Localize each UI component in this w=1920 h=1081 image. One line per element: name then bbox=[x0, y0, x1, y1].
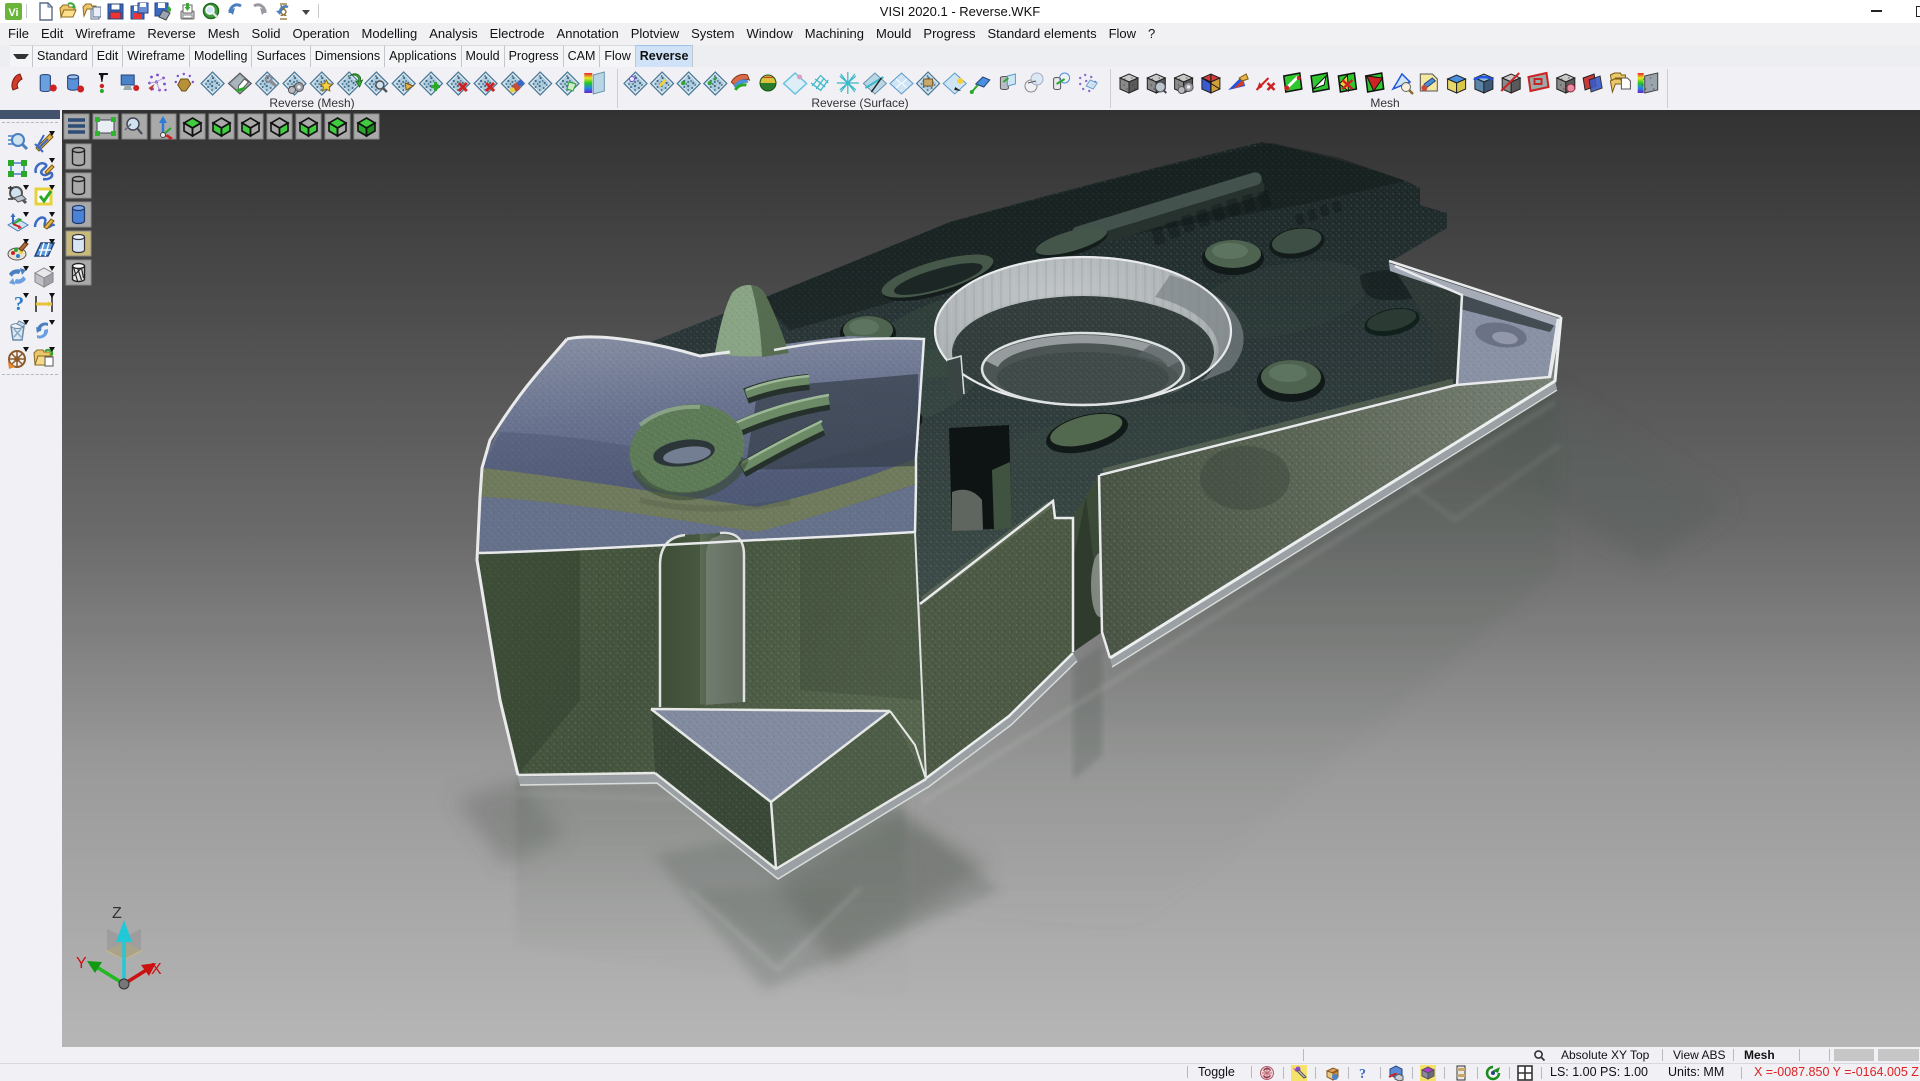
svg-text:?: ? bbox=[1359, 1067, 1366, 1081]
svg-text:Z: Z bbox=[112, 905, 122, 922]
svg-text:?: ? bbox=[14, 293, 24, 315]
svg-text:X: X bbox=[151, 961, 162, 978]
svg-text:Vi: Vi bbox=[8, 7, 18, 19]
svg-text:Y: Y bbox=[76, 955, 87, 972]
